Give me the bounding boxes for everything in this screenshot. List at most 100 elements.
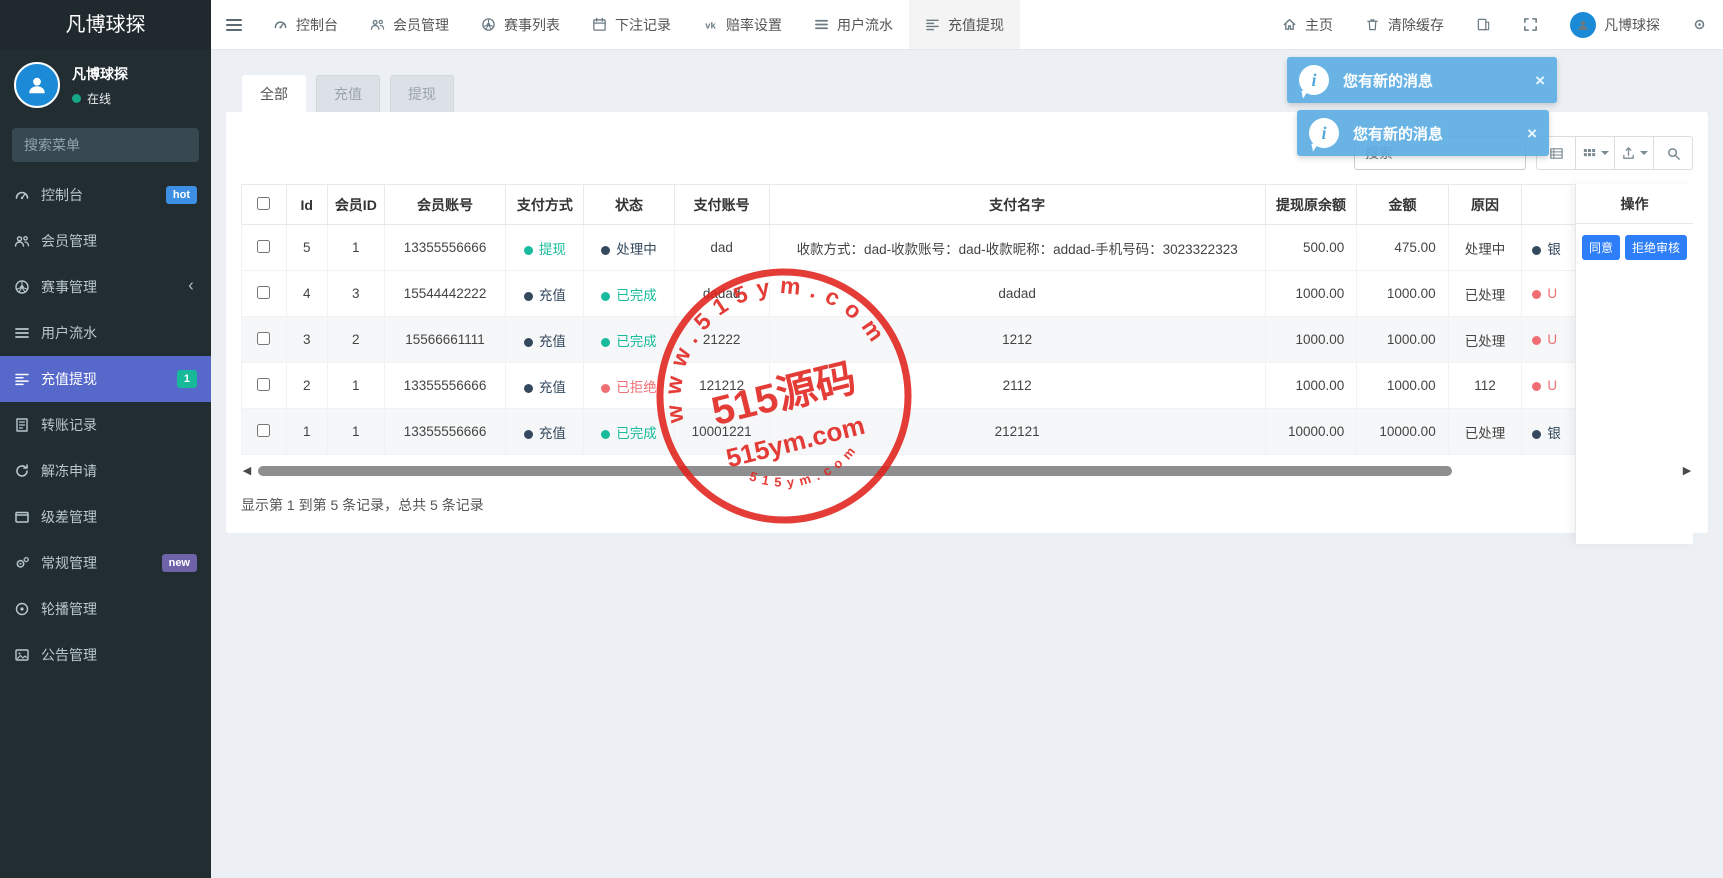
close-icon[interactable]: × [1527,125,1537,142]
menu-level-diff[interactable]: 级差管理 [0,494,211,540]
bars-icon [814,17,829,32]
columns-button[interactable] [1575,136,1615,170]
toolbar-button-group [1536,136,1693,170]
menu-dashboard[interactable]: 控制台hot [0,172,211,218]
ball-icon [14,279,30,295]
menu-dashboard-badge: hot [166,186,197,204]
row-checkbox[interactable] [257,240,270,253]
advanced-search-button[interactable] [1653,136,1693,170]
close-icon[interactable]: × [1535,72,1545,89]
menu-members[interactable]: 会员管理 [0,218,211,264]
cell-account: 15544442222 [384,271,506,317]
cell-pay-account: 21222 [674,317,769,363]
cell-pay-account: dadad [674,271,769,317]
menu-general[interactable]: 常规管理new [0,540,211,586]
status-dot-icon [524,292,533,301]
scrollbar-track[interactable] [256,466,1678,476]
status-dot-icon [601,292,610,301]
tab-withdraw[interactable]: 提现 [390,75,454,112]
notification-toast[interactable]: i您有新的消息× [1297,110,1549,156]
notification-toast[interactable]: i您有新的消息× [1287,57,1557,103]
nav-language[interactable] [1460,0,1507,49]
brand-logo[interactable]: 凡博球探 [0,0,211,50]
row-checkbox[interactable] [257,424,270,437]
align-icon [14,371,30,387]
cell-id: 3 [286,317,327,363]
table-row: 4315544442222充值已完成dadaddadad1000.001000.… [242,271,1693,317]
tab-all[interactable]: 全部 [242,75,306,112]
nav-odds-settings[interactable]: 赔率设置 [687,0,798,49]
nav-profile[interactable]: 凡博球探 [1554,0,1676,49]
cell-pay-method: 充值 [506,317,584,363]
row-checkbox[interactable] [257,286,270,299]
menu-user-flow[interactable]: 用户流水 [0,310,211,356]
menu-recharge-withdraw-label: 充值提现 [41,369,97,389]
scroll-left-arrow[interactable]: ◀ [241,466,253,477]
nav-members-label: 会员管理 [393,15,449,35]
nav-bet-records[interactable]: 下注记录 [576,0,687,49]
scrollbar-thumb[interactable] [258,466,1452,476]
horizontal-scrollbar: ◀ ▶ [241,465,1693,477]
menu-recharge-withdraw-badge: 1 [177,370,197,388]
export-button[interactable] [1614,136,1654,170]
nav-user-flow[interactable]: 用户流水 [798,0,909,49]
cell-pay-name: dadad [769,271,1265,317]
cell-status: 已完成 [584,409,674,455]
search-icon [1666,146,1681,161]
tab-recharge[interactable]: 充值 [316,75,380,112]
frozen-action-column: 操作 同意拒绝审核 [1575,184,1693,544]
column-header: 会员账号 [384,185,506,225]
select-all-checkbox[interactable] [257,197,270,210]
cell-status: 已完成 [584,317,674,363]
menu-transfer-records[interactable]: 转账记录 [0,402,211,448]
status-dot-icon [601,246,610,255]
approve-button[interactable]: 同意 [1582,235,1620,260]
status-dot-icon [1532,290,1541,299]
nav-dashboard[interactable]: 控制台 [257,0,354,49]
window-icon [14,509,30,525]
nav-fullscreen[interactable] [1507,0,1554,49]
cogs-icon [14,555,30,571]
table-row: 3215566661111充值已完成2122212121000.001000.0… [242,317,1693,363]
select-all-header [242,185,287,225]
menu-unfreeze[interactable]: 解冻申请 [0,448,211,494]
status-dot-icon [601,384,610,393]
reject-review-button[interactable]: 拒绝审核 [1625,235,1687,260]
nav-settings[interactable] [1676,0,1723,49]
cell-select [242,317,287,363]
status-dot-icon [601,430,610,439]
menu-matches[interactable]: 赛事管理 [0,264,211,310]
sidebar-toggle-button[interactable] [211,0,257,49]
scroll-right-arrow[interactable]: ▶ [1681,466,1693,477]
trash-icon [1365,17,1380,32]
nav-bet-records-label: 下注记录 [615,15,671,35]
status-dot-icon [601,338,610,347]
nav-match-list[interactable]: 赛事列表 [465,0,576,49]
menu-carousel[interactable]: 轮播管理 [0,586,211,632]
sidebar-menu: 控制台hot会员管理赛事管理用户流水充值提现 1 转账记录解冻申请级差管理常规管理n… [0,172,211,678]
status-dot-icon [1532,246,1541,255]
row-checkbox[interactable] [257,332,270,345]
user-panel: 凡博球探 在线 [0,50,211,118]
gauge-icon [14,187,30,203]
nav-clear-cache[interactable]: 清除缓存 [1349,0,1460,49]
menu-recharge-withdraw[interactable]: 充值提现 1 [0,356,211,402]
row-checkbox[interactable] [257,378,270,391]
caret-down-icon [1640,151,1648,155]
cell-balance: 1000.00 [1265,317,1356,363]
avatar [14,62,60,108]
cell-pay-name: 212121 [769,409,1265,455]
cell-status: 已拒绝 [584,363,674,409]
cell-select [242,225,287,271]
cell-pay-method: 充值 [506,363,584,409]
nav-home[interactable]: 主页 [1266,0,1349,49]
cell-id: 1 [286,409,327,455]
menu-search-input[interactable] [12,128,199,162]
cell-select [242,363,287,409]
menu-search [12,128,199,162]
nav-recharge-withdraw[interactable]: 充值提现 [909,0,1020,49]
nav-members[interactable]: 会员管理 [354,0,465,49]
nav-odds-settings-label: 赔率设置 [726,15,782,35]
menu-announcements[interactable]: 公告管理 [0,632,211,678]
action-cell [1576,270,1693,316]
